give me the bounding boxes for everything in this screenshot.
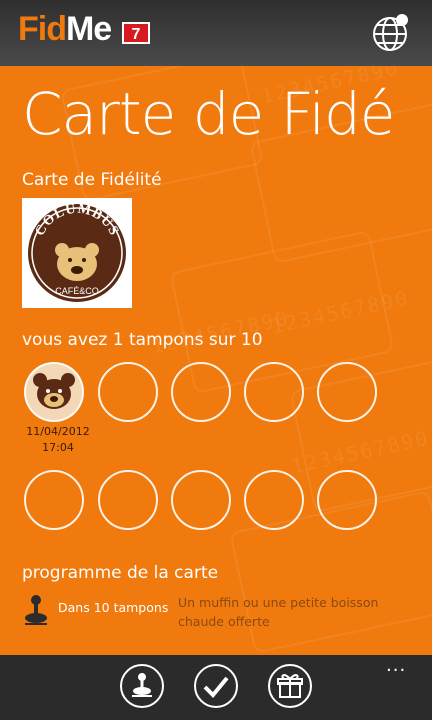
- app-bar: ...: [0, 655, 432, 720]
- check-icon: [203, 676, 229, 698]
- brand-logo: COLUMBUS CAFÉ&CO: [22, 198, 132, 308]
- validate-button[interactable]: [194, 664, 238, 708]
- stamp-10: [317, 470, 377, 530]
- logo-fid: Fid: [18, 10, 67, 48]
- stamp-6: [24, 470, 84, 530]
- logo-me: Me: [65, 10, 112, 48]
- stamp-8: [171, 470, 231, 530]
- page-title: Carte de Fidé: [22, 80, 395, 148]
- stamp-9: [244, 470, 304, 530]
- bear-stamp-icon: [26, 364, 82, 420]
- gift-icon: [277, 674, 303, 698]
- reward-description: Un muffin ou une petite boisson chaude o…: [178, 595, 379, 629]
- reward-condition: Dans 10 tampons: [58, 600, 169, 615]
- stamp-date-text: 11/04/2012: [26, 425, 90, 438]
- stamp-5: [317, 362, 377, 422]
- stamp-button[interactable]: [120, 664, 164, 708]
- stamp-4: [244, 362, 304, 422]
- stamp-7: [98, 470, 158, 530]
- stamp-3: [171, 362, 231, 422]
- more-options-button[interactable]: ...: [386, 655, 406, 676]
- gift-button[interactable]: [268, 664, 312, 708]
- stamp-1-collected: [24, 362, 84, 422]
- card-label: Carte de Fidélité: [22, 170, 162, 190]
- joystick-icon: [132, 673, 152, 697]
- stamp-2: [98, 362, 158, 422]
- notification-badge[interactable]: 7: [122, 22, 150, 44]
- joystick-icon: [25, 595, 47, 625]
- stamp-1-date: 11/04/2012 17:04: [18, 424, 98, 456]
- globe-icon[interactable]: [370, 12, 410, 52]
- stamp-time-text: 17:04: [42, 441, 74, 454]
- stamps-count-text: vous avez 1 tampons sur 10: [22, 330, 263, 350]
- app-logo: FidMe: [18, 10, 112, 49]
- brand-sub-text: CAFÉ&CO: [55, 286, 99, 296]
- top-bar: FidMe 7: [0, 0, 432, 66]
- program-label: programme de la carte: [22, 563, 219, 583]
- columbus-logo-image: COLUMBUS CAFÉ&CO: [28, 202, 126, 302]
